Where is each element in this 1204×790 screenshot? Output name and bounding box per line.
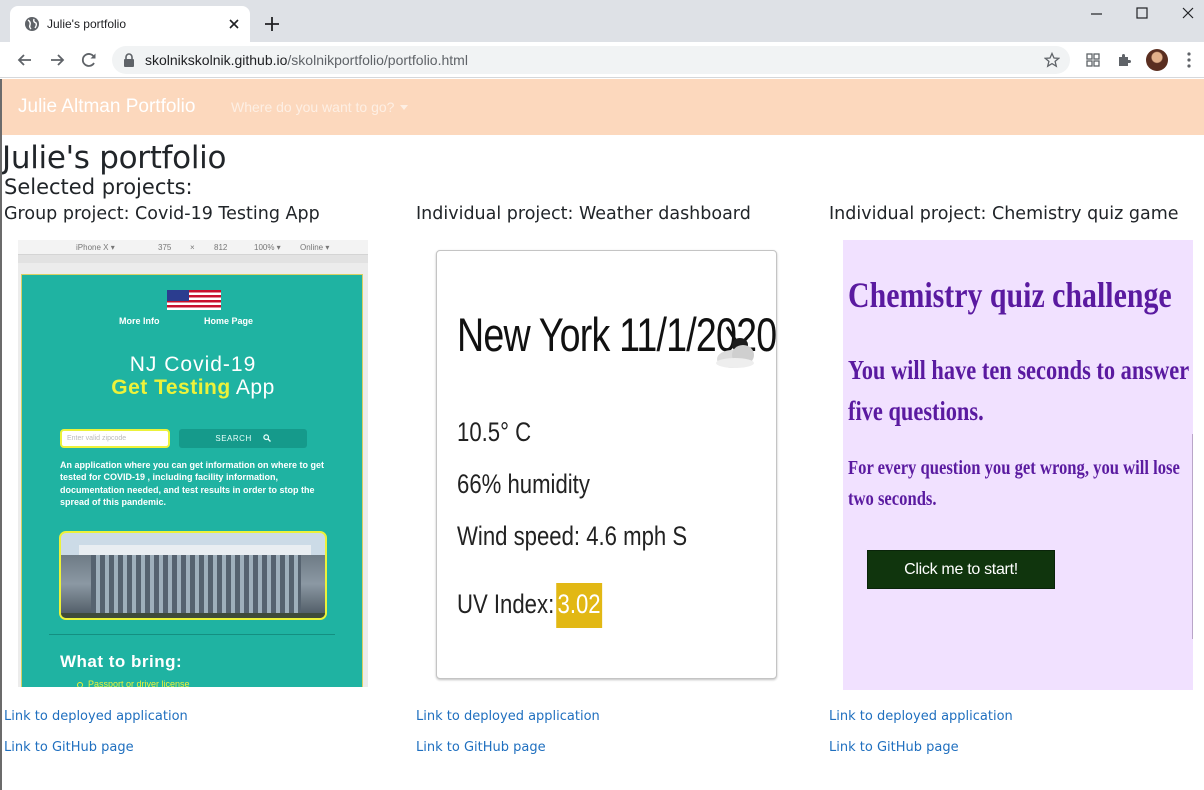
more-menu-icon[interactable] xyxy=(1182,51,1196,69)
page-title: Julie's portfolio xyxy=(2,140,227,176)
reload-icon[interactable] xyxy=(79,50,99,70)
covid-deployed-link[interactable]: Link to deployed application xyxy=(4,709,188,724)
covid-app-frame: More Info Home Page NJ Covid-19 Get Test… xyxy=(21,274,363,687)
extension-grid-icon[interactable] xyxy=(1085,52,1101,68)
covid-app-title: NJ Covid-19 xyxy=(129,353,257,376)
weather-deployed-link[interactable]: Link to deployed application xyxy=(416,709,600,724)
chemistry-quiz-rule-2: For every question you get wrong, you wi… xyxy=(848,457,1180,510)
extensions-puzzle-icon[interactable] xyxy=(1117,52,1133,68)
nav-dropdown-toggle[interactable]: Where do you want to go? xyxy=(231,99,409,115)
tab-title: Julie's portfolio xyxy=(47,17,126,31)
covid-app-subtitle: Get Testing App xyxy=(22,376,364,400)
covid-nav-home-page: Home Page xyxy=(204,316,254,326)
project-title-chemistry: Individual project: Chemistry quiz game xyxy=(829,204,1179,224)
uv-index-label: UV Index: xyxy=(457,589,555,619)
address-bar[interactable]: skolnikskolnik.github.io/skolnikportfoli… xyxy=(112,46,1070,74)
covid-app-description: An application where you can get informa… xyxy=(60,460,325,507)
section-heading: Selected projects: xyxy=(4,175,193,199)
devtools-width: 375 xyxy=(158,243,172,252)
chemistry-scroll-edge xyxy=(1192,434,1193,639)
bookmark-star-icon[interactable] xyxy=(1044,52,1060,68)
chemistry-start-button: Click me to start! xyxy=(867,550,1055,589)
project-title-covid: Group project: Covid-19 Testing App xyxy=(4,204,320,224)
devtools-ruler xyxy=(18,255,368,263)
weather-wind-speed: Wind speed: 4.6 mph S xyxy=(457,521,688,551)
weather-github-link[interactable]: Link to GitHub page xyxy=(416,740,546,755)
covid-zipcode-input: Enter valid zipcode xyxy=(60,429,170,448)
url-path: /skolnikportfolio/portfolio.html xyxy=(287,52,468,68)
nav-dropdown-label: Where do you want to go? xyxy=(231,99,395,115)
chemistry-quiz-screenshot: Chemistry quiz challenge You will have t… xyxy=(843,240,1193,690)
devtools-times: × xyxy=(190,243,195,252)
forward-arrow-icon[interactable] xyxy=(47,50,67,70)
devtools-height: 812 xyxy=(214,243,228,252)
lock-icon xyxy=(124,53,134,67)
globe-icon xyxy=(25,17,39,31)
project-title-weather: Individual project: Weather dashboard xyxy=(416,204,751,224)
devtools-network: Online ▾ xyxy=(300,243,330,252)
devtools-device-bar: iPhone X ▾ 375 × 812 100% ▾ Online ▾ xyxy=(18,240,368,255)
chemistry-quiz-heading: Chemistry quiz challenge xyxy=(848,275,1172,315)
close-window-icon[interactable] xyxy=(1174,4,1202,24)
minimize-window-icon[interactable] xyxy=(1083,4,1111,24)
profile-avatar[interactable] xyxy=(1146,49,1168,71)
cloud-icon xyxy=(716,326,754,368)
covid-github-link[interactable]: Link to GitHub page xyxy=(4,740,134,755)
weather-uv-index: UV Index: 3.02 xyxy=(457,583,603,628)
page-viewport: Julie Altman Portfolio Where do you want… xyxy=(0,79,1204,790)
search-icon xyxy=(262,434,271,442)
site-navbar: Julie Altman Portfolio Where do you want… xyxy=(2,79,1204,135)
covid-nav-more-info: More Info xyxy=(119,316,160,326)
testing-facility-photo xyxy=(59,531,327,620)
covid-search-button: SEARCH xyxy=(179,429,307,448)
devtools-zoom: 100% ▾ xyxy=(254,243,281,252)
browser-toolbar: skolnikskolnik.github.io/skolnikportfoli… xyxy=(0,42,1204,78)
covid-divider xyxy=(49,634,335,635)
covid-bring-list-item: Passport or driver license xyxy=(77,679,190,687)
covid-app-subtitle-rest: App xyxy=(230,376,275,399)
navbar-brand[interactable]: Julie Altman Portfolio xyxy=(18,96,195,118)
maximize-window-icon[interactable] xyxy=(1128,4,1156,24)
browser-tab[interactable]: Julie's portfolio xyxy=(10,6,250,42)
covid-what-to-bring-heading: What to bring: xyxy=(60,652,183,671)
covid-search-label: SEARCH xyxy=(215,434,252,443)
chemistry-deployed-link[interactable]: Link to deployed application xyxy=(829,709,1013,724)
chemistry-quiz-rule-1: You will have ten seconds to answer five… xyxy=(848,355,1189,426)
devtools-device: iPhone X ▾ xyxy=(76,243,115,252)
new-tab-icon[interactable] xyxy=(262,14,282,34)
browser-tab-strip: Julie's portfolio xyxy=(0,0,1204,42)
us-flag-icon xyxy=(167,290,221,310)
chemistry-github-link[interactable]: Link to GitHub page xyxy=(829,740,959,755)
url-host: skolnikskolnik.github.io xyxy=(145,52,288,68)
back-arrow-icon[interactable] xyxy=(15,50,35,70)
covid-app-screenshot: iPhone X ▾ 375 × 812 100% ▾ Online ▾ Mor… xyxy=(18,240,368,687)
weather-humidity: 66% humidity xyxy=(457,469,590,499)
url-text: skolnikskolnik.github.io/skolnikportfoli… xyxy=(145,52,468,68)
uv-index-badge: 3.02 xyxy=(555,583,603,628)
covid-app-subtitle-highlight: Get Testing xyxy=(111,376,231,399)
weather-temperature: 10.5° C xyxy=(457,417,532,447)
tab-close-icon[interactable] xyxy=(226,16,242,32)
caret-down-icon xyxy=(400,105,409,110)
weather-dashboard-screenshot: New York 11/1/2020 10.5° C 66% humidity … xyxy=(436,250,777,679)
